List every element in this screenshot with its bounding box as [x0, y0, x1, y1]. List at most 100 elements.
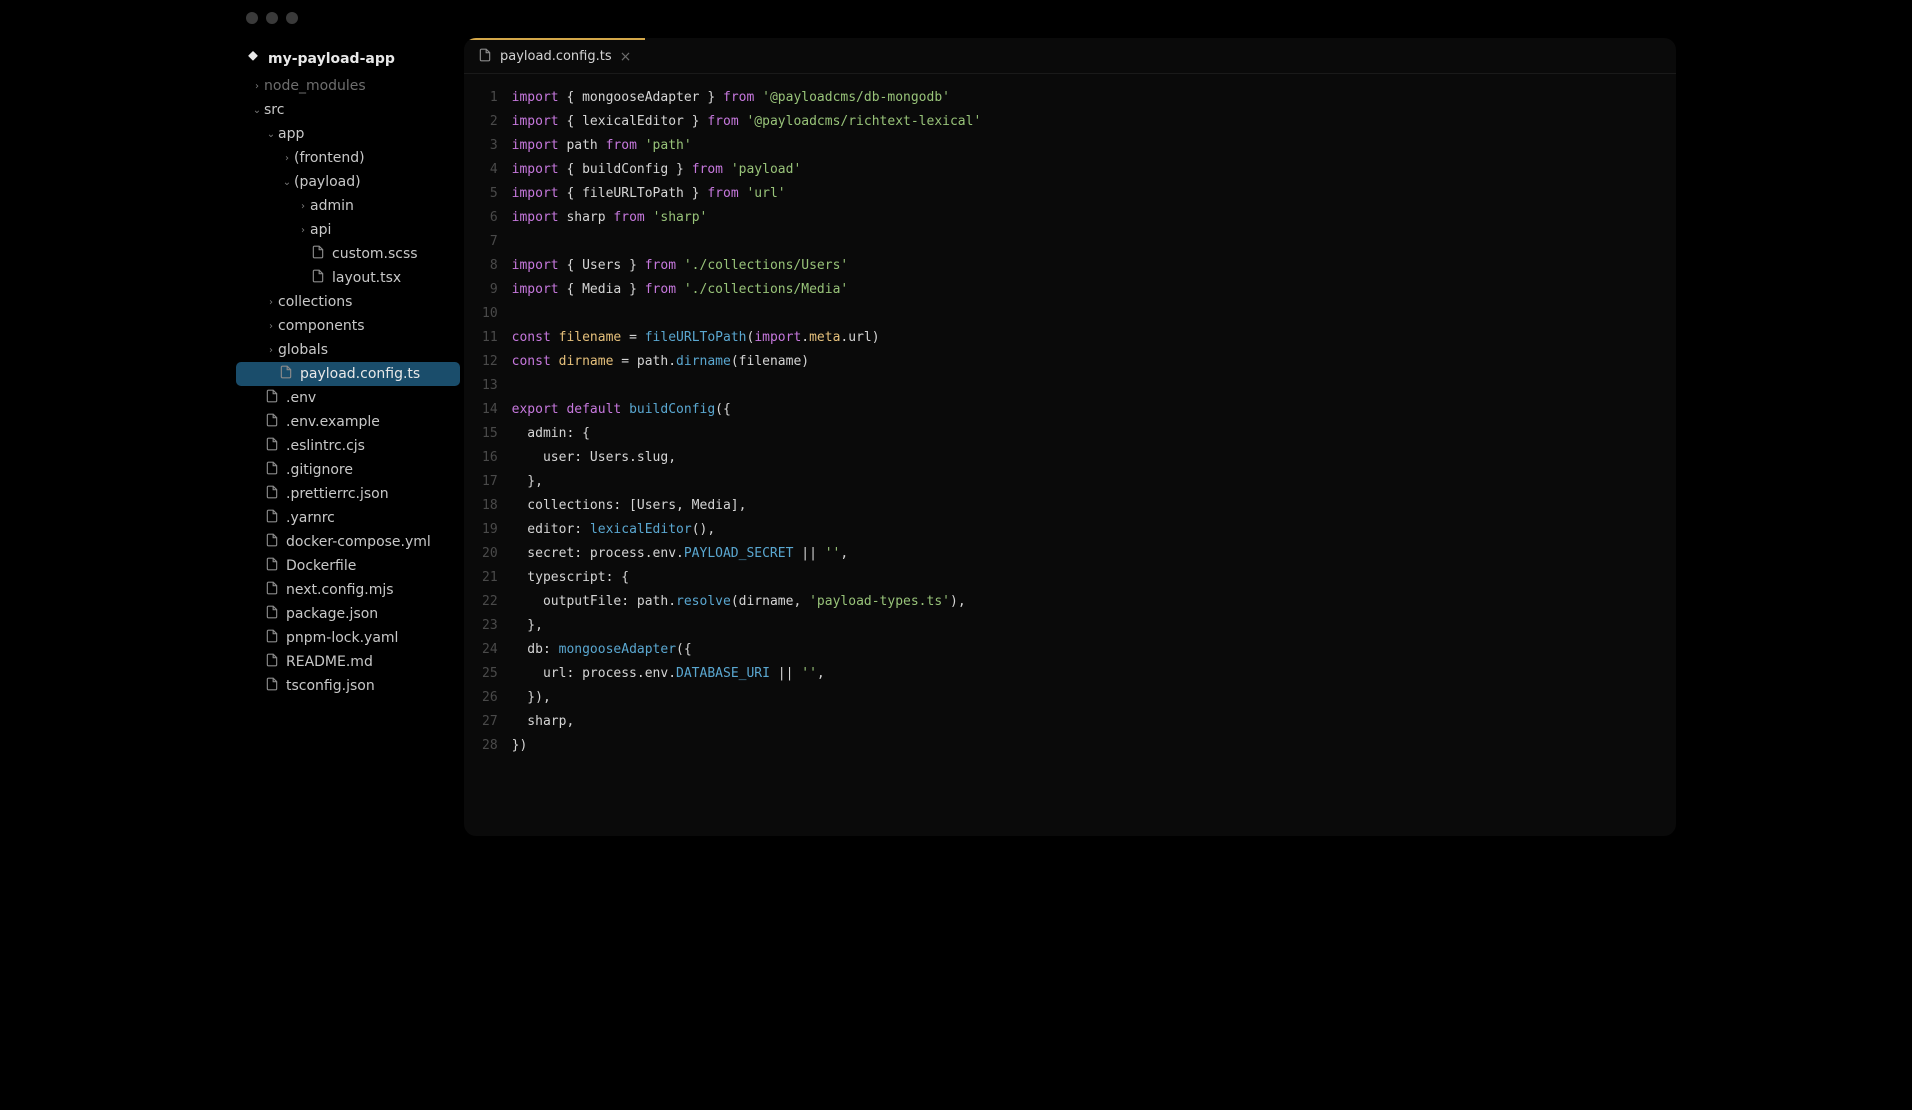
close-icon[interactable]: × [620, 49, 632, 65]
file-next-config-mjs[interactable]: next.config.mjs [236, 578, 460, 602]
folder-api[interactable]: ›api [236, 218, 460, 242]
code-line: import { lexicalEditor } from '@payloadc… [512, 110, 1676, 134]
line-number: 16 [482, 446, 498, 470]
file-custom-scss[interactable]: custom.scss [236, 242, 460, 266]
file-pnpm-lock-yaml[interactable]: pnpm-lock.yaml [236, 626, 460, 650]
line-number: 12 [482, 350, 498, 374]
chevron-right-icon: › [264, 321, 278, 332]
chevron-right-icon: › [264, 345, 278, 356]
file-readme-md[interactable]: README.md [236, 650, 460, 674]
code-line: sharp, [512, 710, 1676, 734]
chevron-right-icon [250, 633, 264, 644]
titlebar [232, 0, 1680, 36]
code-line: import { Users } from './collections/Use… [512, 254, 1676, 278]
file-label: .env [286, 390, 452, 406]
code-line: admin: { [512, 422, 1676, 446]
folder-app[interactable]: ⌄app [236, 122, 460, 146]
line-number: 23 [482, 614, 498, 638]
file-package-json[interactable]: package.json [236, 602, 460, 626]
code-line: import { fileURLToPath } from 'url' [512, 182, 1676, 206]
file--prettierrc-json[interactable]: .prettierrc.json [236, 482, 460, 506]
file--yarnrc[interactable]: .yarnrc [236, 506, 460, 530]
folder-collections[interactable]: ›collections [236, 290, 460, 314]
file-icon [264, 485, 280, 503]
file--env[interactable]: .env [236, 386, 460, 410]
code-line: import { buildConfig } from 'payload' [512, 158, 1676, 182]
line-number: 2 [482, 110, 498, 134]
folder-label: node_modules [264, 78, 452, 94]
file--gitignore[interactable]: .gitignore [236, 458, 460, 482]
file-tsconfig-json[interactable]: tsconfig.json [236, 674, 460, 698]
line-number: 26 [482, 686, 498, 710]
file-icon [264, 461, 280, 479]
line-number: 7 [482, 230, 498, 254]
file-icon [264, 557, 280, 575]
chevron-right-icon: › [264, 297, 278, 308]
code-content[interactable]: import { mongooseAdapter } from '@payloa… [512, 86, 1676, 836]
file-label: next.config.mjs [286, 582, 452, 598]
file-icon [264, 677, 280, 695]
chevron-right-icon [250, 417, 264, 428]
file-icon [478, 48, 492, 66]
file-label: .yarnrc [286, 510, 452, 526]
folder--payload-[interactable]: ⌄(payload) [236, 170, 460, 194]
chevron-down-icon: ⌄ [250, 105, 264, 116]
file-label: pnpm-lock.yaml [286, 630, 452, 646]
folder-label: globals [278, 342, 452, 358]
file-label: layout.tsx [332, 270, 452, 286]
chevron-right-icon [250, 609, 264, 620]
line-number: 8 [482, 254, 498, 278]
code-line: collections: [Users, Media], [512, 494, 1676, 518]
line-number: 9 [482, 278, 498, 302]
tab-payload-config[interactable]: payload.config.ts × [464, 38, 645, 73]
file-label: .gitignore [286, 462, 452, 478]
chevron-right-icon [250, 489, 264, 500]
code-line [512, 374, 1676, 398]
editor-body: my-payload-app ›node_modules⌄src⌄app›(fr… [232, 36, 1680, 840]
code-line: const dirname = path.dirname(filename) [512, 350, 1676, 374]
folder-label: (payload) [294, 174, 452, 190]
line-number: 1 [482, 86, 498, 110]
folder--frontend-[interactable]: ›(frontend) [236, 146, 460, 170]
folder-admin[interactable]: ›admin [236, 194, 460, 218]
file-layout-tsx[interactable]: layout.tsx [236, 266, 460, 290]
code-line: import sharp from 'sharp' [512, 206, 1676, 230]
chevron-down-icon: ⌄ [264, 129, 278, 140]
file-docker-compose-yml[interactable]: docker-compose.yml [236, 530, 460, 554]
line-number: 20 [482, 542, 498, 566]
code-line: }, [512, 614, 1676, 638]
traffic-close[interactable] [246, 12, 258, 24]
chevron-right-icon [250, 681, 264, 692]
chevron-right-icon [296, 249, 310, 260]
file-label: .eslintrc.cjs [286, 438, 452, 454]
code-line: import path from 'path' [512, 134, 1676, 158]
folder-src[interactable]: ⌄src [236, 98, 460, 122]
line-number: 18 [482, 494, 498, 518]
file--env-example[interactable]: .env.example [236, 410, 460, 434]
traffic-zoom[interactable] [286, 12, 298, 24]
chevron-right-icon [250, 441, 264, 452]
line-number: 4 [482, 158, 498, 182]
file-dockerfile[interactable]: Dockerfile [236, 554, 460, 578]
file-icon [310, 245, 326, 263]
project-name: my-payload-app [268, 51, 395, 67]
traffic-minimize[interactable] [266, 12, 278, 24]
folder-node-modules[interactable]: ›node_modules [236, 74, 460, 98]
project-header[interactable]: my-payload-app [236, 44, 460, 74]
file-payload-config-ts[interactable]: payload.config.ts [236, 362, 460, 386]
chevron-right-icon [250, 585, 264, 596]
folder-components[interactable]: ›components [236, 314, 460, 338]
line-number: 11 [482, 326, 498, 350]
file--eslintrc-cjs[interactable]: .eslintrc.cjs [236, 434, 460, 458]
file-icon [264, 413, 280, 431]
code-area[interactable]: 1234567891011121314151617181920212223242… [464, 74, 1676, 836]
folder-label: (frontend) [294, 150, 452, 166]
file-label: custom.scss [332, 246, 452, 262]
folder-globals[interactable]: ›globals [236, 338, 460, 362]
file-icon [264, 653, 280, 671]
file-icon [264, 437, 280, 455]
code-line: import { Media } from './collections/Med… [512, 278, 1676, 302]
file-icon [264, 509, 280, 527]
line-number: 21 [482, 566, 498, 590]
code-line: }), [512, 686, 1676, 710]
